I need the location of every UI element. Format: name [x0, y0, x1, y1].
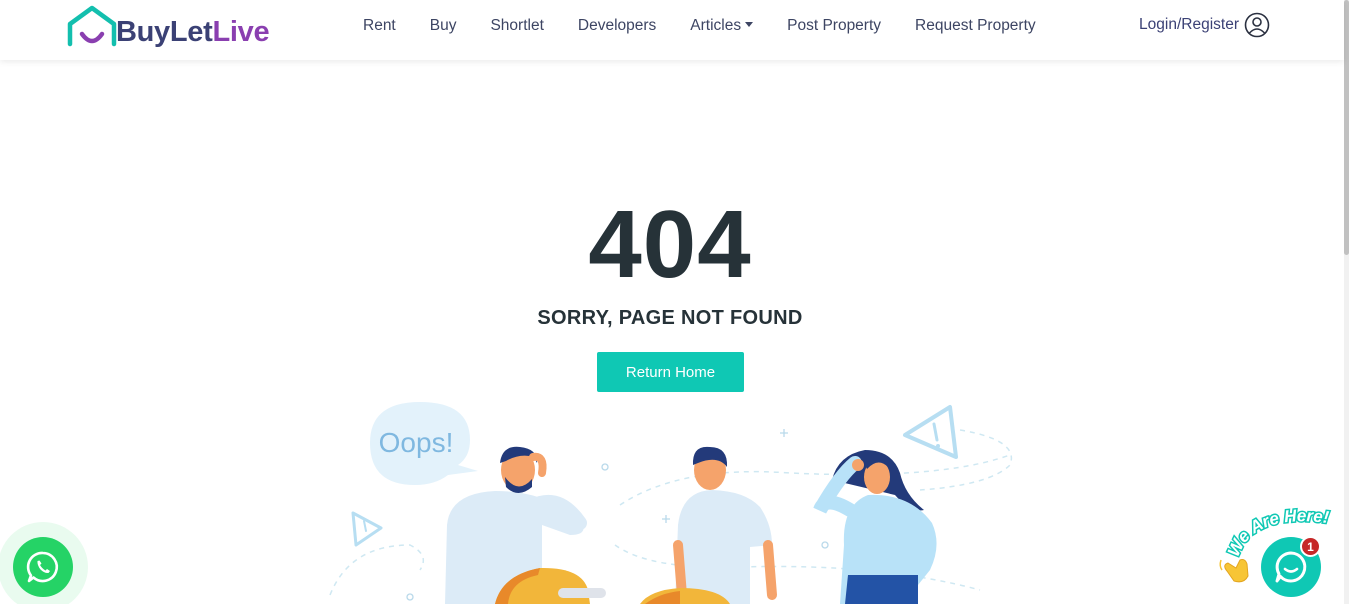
login-register-label: Login/Register [1139, 16, 1239, 33]
nav-request-property[interactable]: Request Property [898, 17, 1053, 35]
scrollbar-thumb[interactable] [1344, 0, 1349, 255]
nav-buy-label: Buy [429, 17, 457, 34]
caret-down-icon [745, 22, 754, 27]
speech-bubble: Oops! [370, 402, 478, 485]
chat-unread-badge: 1 [1300, 536, 1321, 557]
brand-name-part2: Live [212, 15, 270, 48]
nav-shortlet[interactable]: Shortlet [473, 17, 560, 35]
house-smile-logo-icon [67, 5, 117, 47]
site-header: BuyLetLive Rent Buy Shortlet Developers … [0, 0, 1344, 60]
warning-triangle-icon [903, 405, 958, 459]
nav-articles-dropdown[interactable]: Articles [673, 17, 770, 35]
brand-logo[interactable]: BuyLetLive [66, 2, 270, 52]
user-circle-icon [1244, 12, 1270, 38]
person-young-man [673, 446, 777, 604]
brand-name: BuyLetLive [116, 15, 270, 49]
nav-articles-label: Articles [690, 17, 742, 34]
nav-post-property[interactable]: Post Property [770, 17, 898, 35]
nav-post-property-label: Post Property [787, 17, 882, 34]
warning-triangle-small-icon [351, 511, 383, 547]
person-woman [813, 450, 937, 604]
brand-name-part1: BuyLet [116, 15, 213, 48]
error-code: 404 [588, 191, 752, 298]
nav-rent-label: Rent [363, 17, 396, 34]
chat-bubble-icon [1275, 551, 1307, 583]
return-home-button[interactable]: Return Home [597, 352, 744, 392]
nav-request-property-label: Request Property [915, 17, 1036, 34]
nav-rent[interactable]: Rent [346, 17, 413, 35]
speech-bubble-text: Oops! [379, 427, 454, 458]
whatsapp-button[interactable] [13, 537, 73, 597]
nav-shortlet-label: Shortlet [490, 17, 544, 34]
login-register-link[interactable]: Login/Register [1139, 12, 1270, 38]
main-nav: Rent Buy Shortlet Developers Articles Po… [346, 0, 1053, 52]
confused-people-illustration: Oops! [329, 402, 1013, 604]
whatsapp-icon [26, 551, 59, 583]
nav-developers-label: Developers [577, 17, 657, 34]
nav-developers[interactable]: Developers [561, 17, 673, 35]
waving-hand-icon [1219, 559, 1249, 583]
error-message: SORRY, PAGE NOT FOUND [537, 307, 803, 329]
nav-buy[interactable]: Buy [413, 17, 474, 35]
